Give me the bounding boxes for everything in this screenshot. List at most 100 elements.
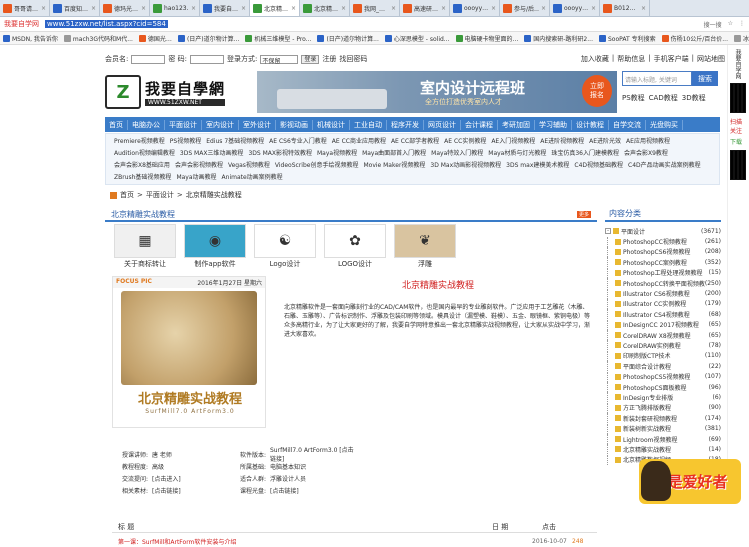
tree-item[interactable]: CorelDRAW实例教程 (78)	[605, 340, 721, 351]
course-link[interactable]: 3DS MAX三维动画教程	[180, 150, 244, 157]
tree-item[interactable]: 新装树新实战教程 (381)	[605, 423, 721, 434]
bookmark-item[interactable]: 冰衣	[733, 34, 749, 43]
browser-tab[interactable]: 高速研… ×	[400, 0, 450, 16]
crumb-home[interactable]: 首页	[120, 190, 134, 200]
register-link[interactable]: 注册	[322, 54, 336, 64]
course-link[interactable]: 珠宝仿真36入门建模教程	[551, 150, 619, 157]
close-icon[interactable]: ×	[291, 5, 296, 12]
browser-tab[interactable]: hao123…×	[150, 0, 200, 16]
close-icon[interactable]: ×	[41, 5, 46, 12]
browser-tab[interactable]: 北京精… ×	[300, 0, 350, 16]
nav-item[interactable]: 平面设计	[165, 119, 202, 130]
bookmark-item[interactable]: (日产)道尔物计算...	[317, 34, 379, 43]
close-icon[interactable]: ×	[391, 5, 396, 12]
nav-item[interactable]: 电脑办公	[128, 119, 165, 130]
member-input[interactable]	[131, 54, 166, 64]
tree-item[interactable]: Illustrator CC实例教程 (179)	[605, 298, 721, 309]
sitemap-link[interactable]: 网站地图	[697, 54, 725, 64]
close-icon[interactable]: ×	[91, 5, 96, 12]
tree-item[interactable]: 北京精雕实战教程 (14)	[605, 444, 721, 455]
focus-pic[interactable]: FOCUS PIC 2016年1月27日 星期六 北京精雕实战教程 SurfMil…	[112, 276, 266, 428]
tree-item[interactable]: PhotoshopCC视频教程 (261)	[605, 236, 721, 247]
close-icon[interactable]: ×	[541, 5, 546, 12]
close-icon[interactable]: ×	[641, 5, 646, 12]
nav-item[interactable]: 机械设计	[313, 119, 350, 130]
tree-item[interactable]: 新装封套研视频教程 (174)	[605, 413, 721, 424]
nav-item[interactable]: 自学交流	[609, 119, 646, 130]
bookmark-item[interactable]: 心深思模型 - solid...	[384, 34, 450, 43]
nav-item[interactable]: 室内设计	[202, 119, 239, 130]
tree-item[interactable]: PhotoshopCC转换平面视频教程 (250)	[605, 278, 721, 289]
meta-v1[interactable]: [点击链接]	[152, 486, 240, 495]
meta-v2[interactable]: SurfMill7.0 ArtForm3.0 [点击链接]	[270, 445, 358, 463]
search-button[interactable]: 搜索	[692, 71, 718, 86]
course-link[interactable]: Movie Maker视频教程	[363, 162, 425, 169]
ad-banner[interactable]: 室内设计远程班 全方位打造优秀室内人才 立即 报名	[257, 71, 617, 113]
collapse-icon[interactable]: -	[605, 228, 611, 235]
browser-tab[interactable]: 百度知… ×	[50, 0, 100, 16]
course-link[interactable]: Premiere视频教程	[114, 138, 165, 145]
browser-tab[interactable]: 北京精… ×	[250, 0, 300, 16]
browser-tab[interactable]: oooyy… ×	[550, 0, 600, 16]
course-link[interactable]: 会声会影X8基础应用	[114, 162, 170, 169]
tree-item[interactable]: - 平面设计 (3671)	[605, 226, 721, 236]
tree-item[interactable]: InDesign专业排版 (6)	[605, 392, 721, 403]
course-link[interactable]: Maya曲面部首入门教程	[362, 150, 426, 157]
tree-item[interactable]: 平面综合设计教程 (22)	[605, 361, 721, 372]
course-link[interactable]: AE应用视频教程	[626, 138, 670, 145]
course-link[interactable]: AE入门视频教程	[491, 138, 535, 145]
meta-v1[interactable]: 唐 老师	[152, 450, 240, 459]
browser-tab[interactable]: oooyy… ×	[450, 0, 500, 16]
more-button[interactable]: 更多	[576, 210, 591, 218]
bookmark-item[interactable]: MSDN, 我告诉你	[3, 34, 58, 43]
nav-item[interactable]: 室外设计	[239, 119, 276, 130]
quick-link-cad[interactable]: CAD教程	[649, 93, 678, 103]
course-link[interactable]: Audition视频编辑教程	[114, 150, 175, 157]
course-link[interactable]: PS视频教程	[170, 138, 201, 145]
bookmark-item[interactable]: SooPAT 专利搜索	[598, 34, 656, 43]
search-engine-label[interactable]: 搜一搜	[704, 20, 722, 29]
course-link[interactable]: 会声会影X9教程	[624, 150, 668, 157]
browser-tab[interactable]: 参与/后… ×	[500, 0, 550, 16]
browser-tab[interactable]: 德玛光… ×	[100, 0, 150, 16]
tree-item[interactable]: Lightroom视频教程 (69)	[605, 434, 721, 444]
login-method-select[interactable]: 不保留	[260, 54, 299, 65]
close-icon[interactable]: ×	[141, 5, 146, 12]
star-icon[interactable]: ☆	[728, 20, 733, 29]
course-link[interactable]: AE CS6专业入门教程	[269, 138, 327, 145]
quick-link-3d[interactable]: 3D教程	[682, 93, 706, 103]
nav-item[interactable]: 工业自动	[350, 119, 387, 130]
meta-v1[interactable]: 高级	[152, 462, 240, 471]
site-brand[interactable]: 我要自学网	[4, 19, 39, 29]
site-logo[interactable]: Z 我要自學網 WWW.51ZXW.NET	[105, 73, 245, 111]
course-link[interactable]: Maya动画教程	[176, 174, 216, 181]
bookmark-item[interactable]: (日产)道尔物计算...	[177, 34, 239, 43]
float-label[interactable]: 我要自学网	[733, 49, 742, 79]
close-icon[interactable]: ×	[491, 5, 496, 12]
thumb-card[interactable]: ◉ 制作app软件	[183, 224, 247, 270]
course-link[interactable]: C4D产品动画实战案例教程	[628, 162, 701, 169]
meta-v2[interactable]: 电脑基本知识	[270, 462, 358, 471]
course-link[interactable]: AE CC商业应用教程	[332, 138, 386, 145]
add-favorite-link[interactable]: 加入收藏	[581, 54, 609, 64]
mobile-client-link[interactable]: 手机客户端	[654, 54, 689, 64]
close-icon[interactable]: ×	[241, 5, 246, 12]
tree-item[interactable]: 方正飞腾排版教程 (90)	[605, 402, 721, 413]
help-link[interactable]: 帮助信息	[617, 54, 645, 64]
nav-item[interactable]: 首页	[105, 119, 128, 130]
course-link[interactable]: VideoScribe创意手绘视频教程	[275, 162, 359, 169]
course-link[interactable]: Maya材质与灯光教程	[488, 150, 546, 157]
course-link[interactable]: C4D视频基础教程	[574, 162, 623, 169]
course-link[interactable]: 3D Max动画影视视频教程	[430, 162, 501, 169]
quick-link-ps[interactable]: PS教程	[622, 93, 645, 103]
tree-item[interactable]: InDesignCC 2017视频教程 (65)	[605, 319, 721, 330]
tree-item[interactable]: Photoshop工程处理视频教程 (15)	[605, 267, 721, 278]
course-link[interactable]: Animate动画案例教程	[222, 174, 283, 181]
tree-item[interactable]: Illustrator CS4视频教程 (68)	[605, 309, 721, 320]
course-link[interactable]: 3DS max建模美术教程	[506, 162, 569, 169]
course-link[interactable]: ZBrush基础视频教程	[114, 174, 171, 181]
browser-tab[interactable]: 哥哥请… ×	[0, 0, 50, 16]
find-password-link[interactable]: 找回密码	[339, 54, 367, 64]
mascot-badge[interactable]: 我是爱好者	[639, 459, 741, 504]
float-download-label[interactable]: 下载	[730, 137, 747, 146]
